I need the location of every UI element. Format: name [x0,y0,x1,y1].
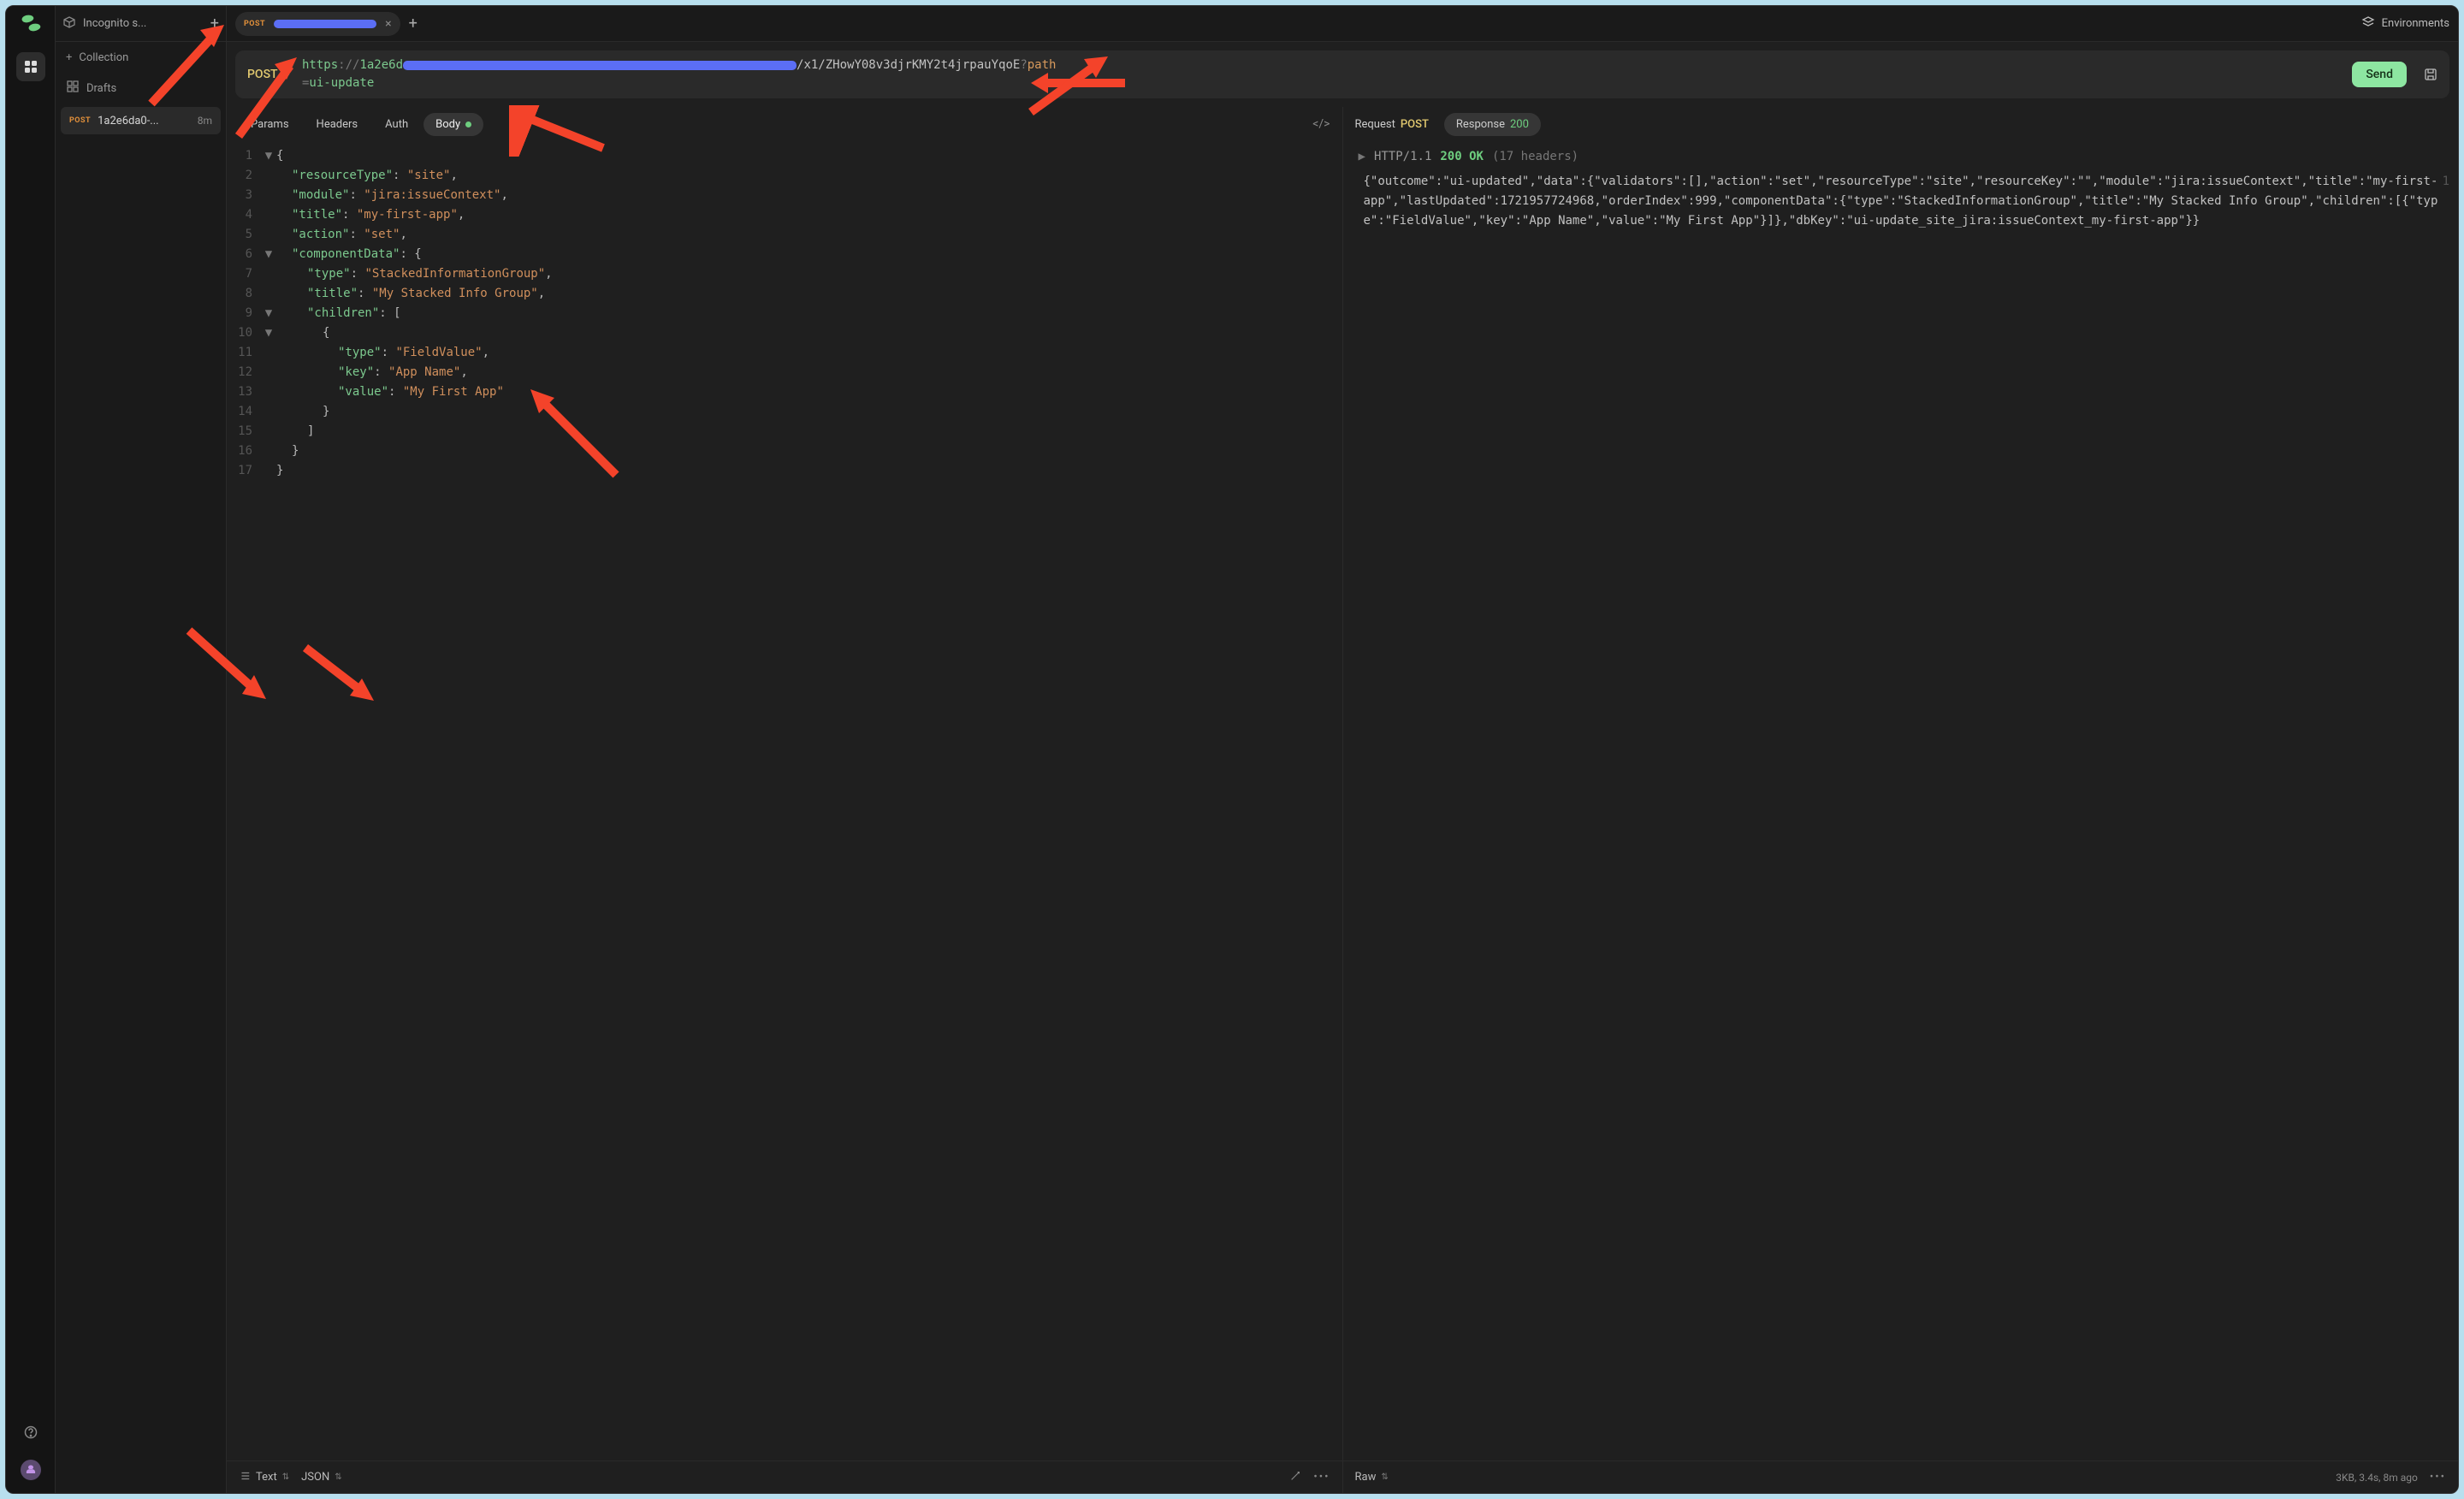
chevron-updown-icon: ⇅ [282,1472,289,1482]
workspace-name[interactable]: Incognito s... [83,17,204,30]
close-icon[interactable]: × [385,17,391,31]
box-icon [62,15,76,33]
send-button[interactable]: Send [2352,62,2407,87]
response-body[interactable]: 1 {"outcome":"ui-updated","data":{"valid… [1343,167,2459,1460]
request-side-label[interactable]: Request POST [1355,118,1429,131]
text-mode-select[interactable]: Text ⇅ [239,1470,289,1485]
tab-params[interactable]: Params [239,113,301,136]
request-tab[interactable]: POST × [235,12,400,36]
response-status-line[interactable]: ▶ HTTP/1.1 200 OK (17 headers) [1343,141,2459,167]
help-icon[interactable] [16,1418,45,1447]
format-select[interactable]: JSON ⇅ [301,1471,342,1484]
workspace-icon[interactable] [16,52,45,81]
drafts-icon [66,80,80,97]
draft-item[interactable]: POST 1a2e6da0-... 8m [61,107,221,134]
url-input[interactable]: https://1a2e6d/x1/ZHowY08v3djrKMY2t4jrpa… [302,56,2340,92]
new-tab-icon[interactable]: + [409,15,418,33]
avatar-icon[interactable] [16,1455,45,1484]
method-value: POST [247,68,278,81]
tab-method: POST [244,20,265,28]
resp-line-num: 1 [2443,172,2449,192]
body-indicator-icon [465,121,471,127]
more-icon[interactable]: ••• [1313,1471,1330,1484]
app-logo [19,15,43,32]
raw-select[interactable]: Raw ⇅ [1355,1471,1389,1484]
list-icon [239,1470,251,1485]
url-redacted [403,61,797,70]
tab-headers[interactable]: Headers [305,113,370,136]
new-icon[interactable]: + [210,15,219,33]
collection-row[interactable]: + Collection [56,42,226,73]
tab-body[interactable]: Body [424,113,483,136]
response-side-label[interactable]: Response 200 [1444,113,1541,136]
expand-icon[interactable]: ▶ [1359,150,1365,163]
tab-title-redacted [274,20,376,28]
layers-icon [2361,15,2375,33]
environments-button[interactable]: Environments [2361,15,2449,33]
body-editor[interactable]: 1▼{2"resourceType": "site",3"module": "j… [227,141,1342,1460]
tab-auth[interactable]: Auth [373,113,420,136]
save-icon[interactable] [2419,62,2443,86]
wand-icon[interactable] [1289,1470,1301,1485]
draft-name: 1a2e6da0-... [98,115,191,127]
draft-method: POST [69,116,91,125]
code-toggle-icon[interactable]: </> [1312,117,1330,131]
request-bar: POST ⇅ https://1a2e6d/x1/ZHowY08v3djrKMY… [235,50,2449,98]
plus-icon: + [66,51,72,64]
response-stats: 3KB, 3.4s, 8m ago [2336,1472,2418,1484]
drafts-label: Drafts [86,82,116,95]
env-label: Environments [2382,17,2449,30]
chevron-updown-icon: ⇅ [335,1472,341,1482]
drafts-row[interactable]: Drafts [56,73,226,104]
chevron-updown-icon: ⇅ [1381,1472,1388,1482]
chevron-updown-icon: ⇅ [283,70,290,79]
collection-label: Collection [79,51,128,64]
method-select[interactable]: POST ⇅ [247,68,290,81]
more-icon[interactable]: ••• [2430,1471,2446,1484]
draft-time: 8m [198,115,212,127]
